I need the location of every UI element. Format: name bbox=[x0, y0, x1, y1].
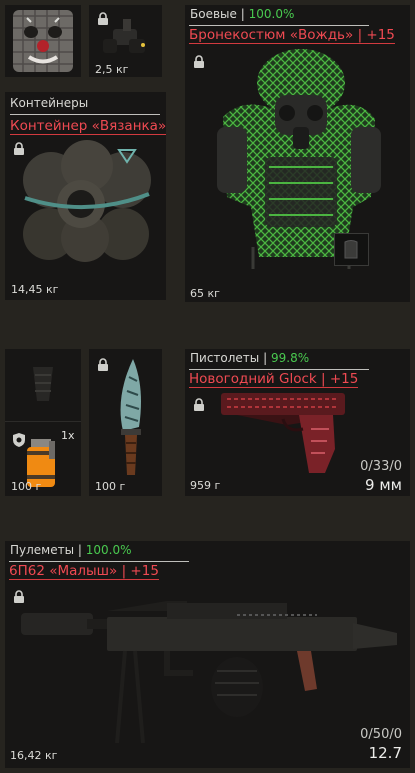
lock-icon bbox=[193, 398, 205, 411]
mg-slot[interactable]: Пулеметы | 100.0% 6П62 «Малыш» | +15 0/5… bbox=[5, 541, 410, 768]
knife-slot[interactable]: 100 г bbox=[89, 349, 162, 496]
pistol-ammo: 0/33/0 bbox=[360, 459, 402, 474]
mg-weight: 16,42 кг bbox=[10, 749, 58, 762]
lock-icon bbox=[97, 358, 109, 371]
item-name-underline bbox=[9, 579, 159, 580]
pistol-weight: 959 г bbox=[190, 479, 221, 492]
grenade-weight: 100 г bbox=[11, 480, 42, 493]
knife-icon bbox=[120, 359, 141, 475]
mg-category: Пулеметы | 100.0% bbox=[10, 543, 132, 557]
clown-mask-icon bbox=[13, 10, 73, 72]
grip-icon bbox=[33, 367, 53, 401]
armor-category: Боевые | 100.0% bbox=[190, 7, 295, 21]
nvg-weight: 2,5 кг bbox=[95, 63, 129, 76]
pistol-title: Новогодний Glock | +15 bbox=[189, 371, 359, 387]
pistol-slot[interactable]: Пистолеты | 99.8% Новогодний Glock | +15… bbox=[185, 349, 410, 496]
machine-gun-icon bbox=[21, 601, 397, 744]
lock-icon bbox=[193, 55, 205, 68]
divider bbox=[189, 25, 369, 26]
pistol-category: Пистолеты | 99.8% bbox=[190, 351, 310, 365]
divider bbox=[189, 369, 369, 370]
night-vision-icon bbox=[103, 19, 145, 53]
item-name-underline bbox=[189, 387, 358, 388]
armor-plate-icon bbox=[344, 240, 358, 259]
grenade-count: 1x bbox=[61, 429, 75, 442]
item-name-underline bbox=[10, 134, 166, 135]
slot-divider bbox=[5, 421, 81, 422]
container-icon bbox=[23, 140, 151, 262]
pistol-icon bbox=[221, 393, 345, 473]
divider bbox=[10, 114, 160, 115]
container-category: Контейнеры bbox=[10, 96, 89, 110]
mg-caliber: 12.7 bbox=[368, 744, 402, 762]
container-slot[interactable]: Контейнеры Контейнер «Вязанка» 14,45 кг bbox=[5, 92, 166, 300]
armor-weight: 65 кг bbox=[190, 287, 220, 300]
mg-ammo: 0/50/0 bbox=[360, 727, 402, 742]
belt-slot[interactable]: 1x 100 г bbox=[5, 349, 81, 496]
nvg-slot[interactable]: 2,5 кг bbox=[89, 5, 162, 77]
container-weight: 14,45 кг bbox=[11, 283, 59, 296]
divider bbox=[9, 561, 189, 562]
item-name-underline bbox=[189, 43, 395, 44]
pistol-caliber: 9 мм bbox=[365, 476, 402, 494]
armor-slot[interactable]: Боевые | 100.0% Бронекостюм «Вождь» | +1… bbox=[185, 5, 410, 302]
mg-title: 6П62 «Малыш» | +15 bbox=[9, 563, 159, 579]
knife-weight: 100 г bbox=[95, 480, 126, 493]
face-slot[interactable] bbox=[5, 5, 81, 77]
armor-title: Бронекостюм «Вождь» | +15 bbox=[189, 27, 395, 43]
armor-plate-slot[interactable] bbox=[334, 233, 369, 266]
